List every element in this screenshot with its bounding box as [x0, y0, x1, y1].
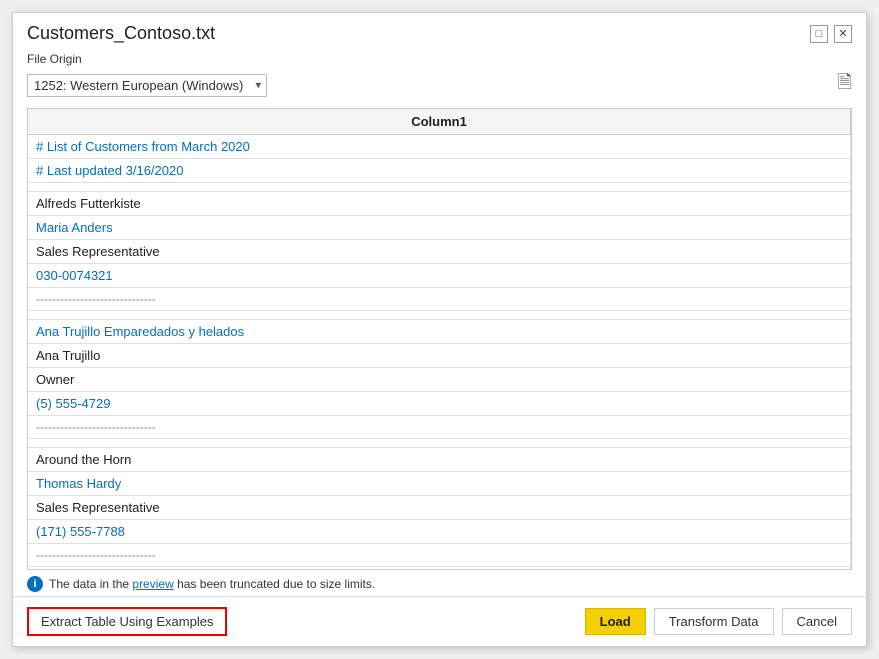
info-icon: i	[27, 576, 43, 592]
file-icon[interactable]: 🗎	[838, 70, 852, 100]
table-cell: Alfreds Futterkiste	[28, 192, 851, 216]
table-cell: # List of Customers from March 2020	[28, 135, 851, 159]
table-row: # Last updated 3/16/2020	[28, 159, 851, 183]
table-row: ------------------------------	[28, 288, 851, 311]
table-row: # List of Customers from March 2020	[28, 135, 851, 159]
table-cell: # Last updated 3/16/2020	[28, 159, 851, 183]
table-row: Sales Representative	[28, 496, 851, 520]
table-row: ------------------------------	[28, 544, 851, 567]
table-row	[28, 567, 851, 570]
table-row	[28, 439, 851, 448]
table-row: Owner	[28, 368, 851, 392]
table-row: Ana Trujillo Emparedados y helados	[28, 320, 851, 344]
dialog-title: Customers_Contoso.txt	[27, 23, 215, 44]
table-cell: Around the Horn	[28, 448, 851, 472]
table-row: Alfreds Futterkiste	[28, 192, 851, 216]
file-origin-label: File Origin	[27, 52, 852, 66]
table-cell	[28, 567, 851, 570]
table-cell: (171) 555-7788	[28, 520, 851, 544]
preview-link[interactable]: preview	[132, 577, 173, 591]
table-row: ------------------------------	[28, 416, 851, 439]
minimize-button[interactable]: □	[810, 25, 828, 43]
table-cell: Sales Representative	[28, 496, 851, 520]
table-cell: ------------------------------	[28, 416, 851, 439]
window-controls: □ ✕	[810, 25, 852, 43]
table-wrapper: Column1 # List of Customers from March 2…	[27, 108, 852, 570]
table-cell: Thomas Hardy	[28, 472, 851, 496]
table-cell: Ana Trujillo Emparedados y helados	[28, 320, 851, 344]
table-row: Maria Anders	[28, 216, 851, 240]
file-origin-select[interactable]: 1252: Western European (Windows)UTF-8UTF…	[27, 74, 267, 97]
table-row: (5) 555-4729	[28, 392, 851, 416]
cancel-button[interactable]: Cancel	[782, 608, 852, 635]
info-text: The data in the preview has been truncat…	[49, 577, 375, 591]
table-row	[28, 311, 851, 320]
footer: Extract Table Using Examples Load Transf…	[13, 596, 866, 646]
table-row: 030-0074321	[28, 264, 851, 288]
table-row: Around the Horn	[28, 448, 851, 472]
table-row: Ana Trujillo	[28, 344, 851, 368]
table-cell: ------------------------------	[28, 544, 851, 567]
table-cell: Owner	[28, 368, 851, 392]
close-button[interactable]: ✕	[834, 25, 852, 43]
transform-data-button[interactable]: Transform Data	[654, 608, 774, 635]
table-cell: 030-0074321	[28, 264, 851, 288]
column-header: Column1	[28, 109, 851, 135]
table-cell: ------------------------------	[28, 288, 851, 311]
table-row: Sales Representative	[28, 240, 851, 264]
table-cell	[28, 311, 851, 320]
footer-right: Load Transform Data Cancel	[585, 608, 852, 635]
table-row: (171) 555-7788	[28, 520, 851, 544]
load-button[interactable]: Load	[585, 608, 646, 635]
table-cell: (5) 555-4729	[28, 392, 851, 416]
extract-table-button[interactable]: Extract Table Using Examples	[27, 607, 227, 636]
info-bar: i The data in the preview has been trunc…	[27, 570, 852, 596]
title-bar: Customers_Contoso.txt □ ✕	[13, 13, 866, 50]
file-origin-select-wrapper[interactable]: 1252: Western European (Windows)UTF-8UTF…	[27, 74, 267, 97]
file-origin-row: 1252: Western European (Windows)UTF-8UTF…	[27, 70, 852, 100]
content-area: File Origin 1252: Western European (Wind…	[13, 50, 866, 596]
table-cell	[28, 439, 851, 448]
data-table: Column1 # List of Customers from March 2…	[28, 109, 851, 569]
table-cell	[28, 183, 851, 192]
table-cell: Ana Trujillo	[28, 344, 851, 368]
footer-left: Extract Table Using Examples	[27, 607, 227, 636]
table-cell: Maria Anders	[28, 216, 851, 240]
dialog: Customers_Contoso.txt □ ✕ File Origin 12…	[12, 12, 867, 647]
table-scroll[interactable]: Column1 # List of Customers from March 2…	[28, 109, 851, 569]
table-row	[28, 183, 851, 192]
table-row: Thomas Hardy	[28, 472, 851, 496]
table-cell: Sales Representative	[28, 240, 851, 264]
